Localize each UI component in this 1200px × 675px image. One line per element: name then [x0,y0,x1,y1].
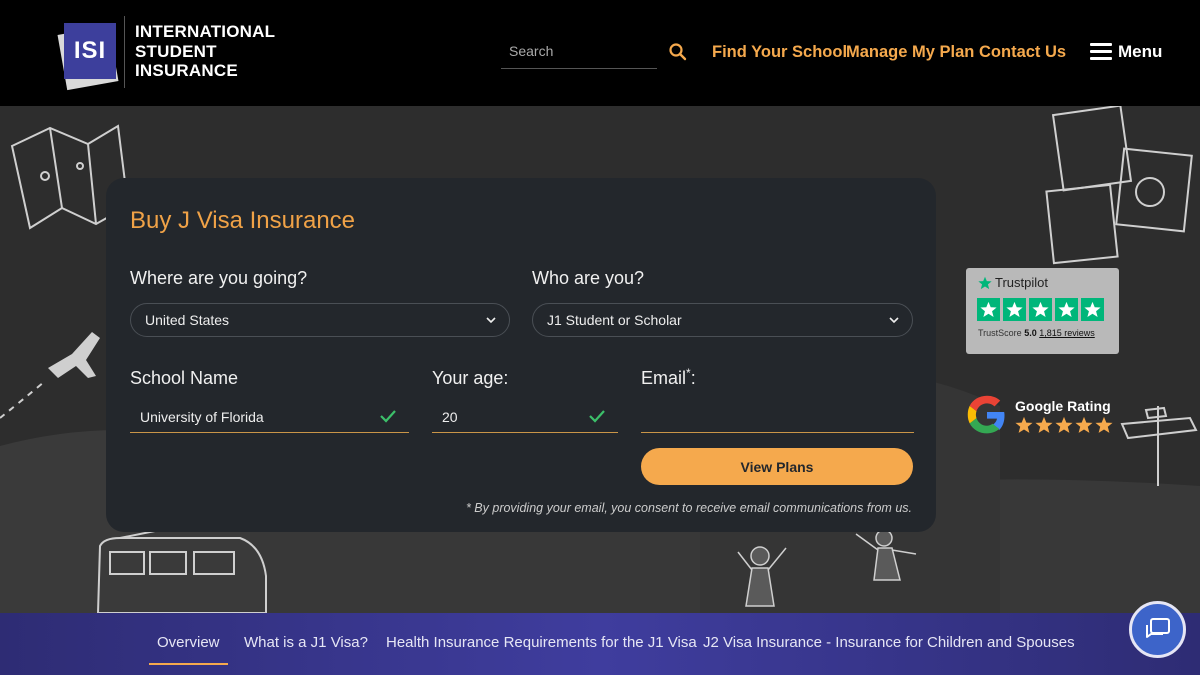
logo-mark: ISI [64,23,116,79]
check-icon [380,410,396,423]
age-input[interactable]: 20 [432,401,618,433]
chevron-down-icon [889,317,899,324]
nav-manage-my-plan[interactable]: Manage My Plan [846,43,974,62]
logo-text: INTERNATIONAL STUDENT INSURANCE [135,22,275,81]
destination-select[interactable]: United States [130,303,510,337]
form-title: Buy J Visa Insurance [130,207,356,234]
nav-find-your-school[interactable]: Find Your School [712,43,847,62]
section-nav: Overview What is a J1 Visa? Health Insur… [0,613,1200,675]
trustpilot-widget[interactable]: Trustpilot TrustScore 5.0 1,815 reviews [966,268,1119,354]
menu-label: Menu [1118,42,1163,61]
logo[interactable]: ISI INTERNATIONAL STUDENT INSURANCE [57,16,275,92]
logo-line-2: STUDENT [135,41,217,61]
trustpilot-star-icon [978,276,992,289]
chat-icon [1145,617,1170,638]
star-icon [1075,416,1093,433]
star-icon [1095,416,1113,433]
site-header: ISI INTERNATIONAL STUDENT INSURANCE Find… [0,0,1200,106]
check-icon [589,410,605,423]
star-icon [1003,298,1026,321]
tab-health-insurance-requirements[interactable]: Health Insurance Requirements for the J1… [386,634,697,651]
logo-divider [124,16,125,88]
school-label: School Name [130,368,239,388]
destination-label: Where are you going? [130,268,308,288]
who-select[interactable]: J1 Student or Scholar [532,303,913,337]
star-icon [977,298,1000,321]
search-input[interactable] [501,36,651,66]
email-input[interactable] [641,401,914,433]
tab-j2-visa-insurance[interactable]: J2 Visa Insurance - Insurance for Childr… [703,634,1075,651]
destination-value: United States [145,312,230,328]
star-icon [1015,416,1033,433]
trustpilot-brand: Trustpilot [978,275,1048,290]
age-label: Your age: [432,368,509,388]
star-icon [1035,416,1053,433]
hamburger-icon [1090,43,1112,61]
tab-what-is-j1-visa[interactable]: What is a J1 Visa? [244,634,368,651]
consent-note: * By providing your email, you consent t… [465,501,912,515]
google-logo-icon [967,395,1005,434]
logo-line-3: INSURANCE [135,61,238,80]
google-rating-label: Google Rating [1015,398,1111,414]
star-icon [1081,298,1104,321]
trustpilot-reviews-link[interactable]: 1,815 reviews [1039,328,1095,338]
email-label: Email*: [641,366,696,388]
chevron-down-icon [486,317,496,324]
google-rating-widget[interactable]: Google Rating [966,394,1136,438]
nav-contact-us[interactable]: Contact Us [979,43,1066,62]
menu-button[interactable]: Menu [1090,41,1162,63]
quote-form-card: Buy J Visa Insurance Where are you going… [106,178,936,532]
tab-overview[interactable]: Overview [149,634,228,665]
who-value: J1 Student or Scholar [547,312,682,328]
search-icon[interactable] [668,42,688,62]
school-input[interactable]: University of Florida [130,401,409,433]
view-plans-button[interactable]: View Plans [641,448,913,485]
star-icon [1055,298,1078,321]
search-box [501,36,657,69]
chat-button[interactable] [1129,601,1186,658]
star-icon [1055,416,1073,433]
school-value: University of Florida [140,408,264,425]
trustpilot-stars [977,298,1104,321]
age-value: 20 [442,408,458,425]
google-stars [1015,416,1113,434]
who-label: Who are you? [532,268,645,288]
trustpilot-score: TrustScore 5.0 1,815 reviews [978,328,1095,338]
logo-line-1: INTERNATIONAL [135,22,276,41]
star-icon [1029,298,1052,321]
